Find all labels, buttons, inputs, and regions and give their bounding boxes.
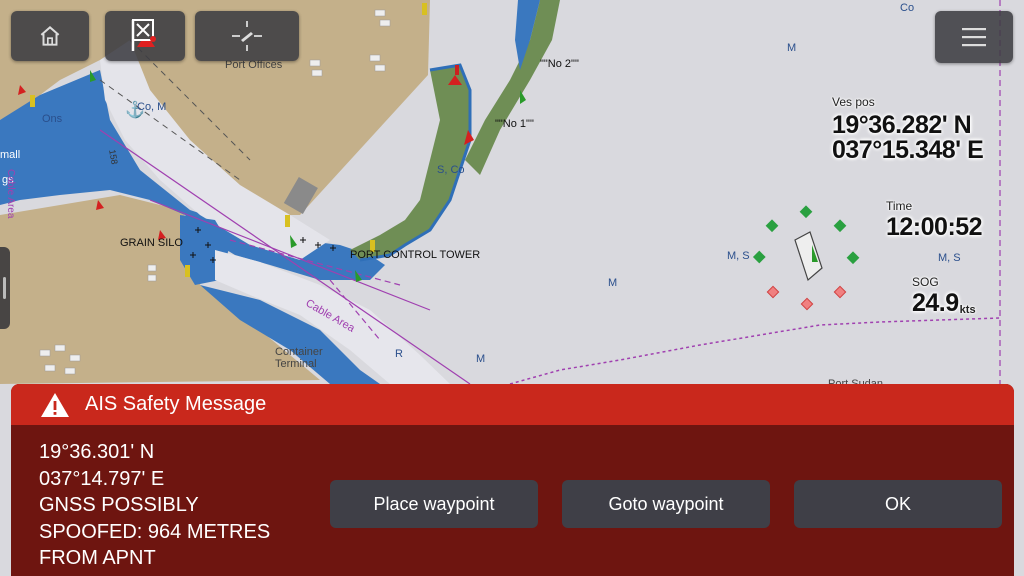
message-line: 19°36.301' N: [39, 441, 155, 463]
label-grain-silo: GRAIN SILO: [120, 237, 183, 249]
vessel-position-readout: Ves pos 19°36.282' N 037°15.348' E: [832, 95, 984, 164]
label-co-m: Co, M: [137, 101, 166, 113]
label-co-top: Co: [900, 2, 914, 14]
sog-label: SOG: [912, 275, 939, 289]
label-m-s-right: M, S: [938, 252, 961, 264]
dialog-header: AIS Safety Message: [11, 384, 1014, 425]
label-port-control-tower: PORT CONTROL TOWER: [350, 249, 480, 261]
label-m-top: M: [787, 42, 796, 54]
longitude-value: 037°15.348' E: [832, 136, 984, 164]
label-m-s-left: M, S: [727, 250, 750, 262]
ves-pos-label: Ves pos: [832, 95, 875, 109]
sog-readout: SOG 24.9 kts: [912, 275, 976, 316]
waypoint-crosshair-icon: [232, 21, 262, 51]
waypoint-button[interactable]: [195, 11, 299, 61]
warning-triangle-icon: [41, 392, 69, 417]
ok-button[interactable]: OK: [794, 480, 1002, 528]
home-icon: [40, 26, 60, 46]
sog-value: 24.9: [912, 289, 959, 317]
sog-unit: kts: [959, 304, 976, 316]
label-m-bottom: M: [476, 353, 485, 365]
dialog-message: 19°36.301' N 037°14.797' E GNSS POSSIBLY…: [39, 439, 270, 572]
label-container-1: Container: [275, 346, 323, 358]
label-container-2: Terminal: [275, 358, 317, 370]
label-no1: ""No 1"": [495, 118, 534, 130]
side-panel-handle[interactable]: [0, 247, 10, 329]
label-cable-area-left: Cable Area: [5, 169, 16, 219]
dialog-title: AIS Safety Message: [85, 393, 267, 415]
place-waypoint-button[interactable]: Place waypoint: [330, 480, 538, 528]
message-line: SPOOFED: 964 METRES: [39, 520, 271, 543]
hamburger-menu-icon: [962, 28, 986, 47]
latitude-value: 19°36.282' N: [832, 111, 972, 139]
goto-waypoint-button[interactable]: Goto waypoint: [562, 480, 770, 528]
label-r: R: [395, 348, 403, 360]
ais-safety-dialog: AIS Safety Message 19°36.301' N 037°14.7…: [11, 384, 1014, 576]
time-value: 12:00:52: [886, 213, 983, 241]
time-readout: Time 12:00:52: [886, 199, 983, 241]
label-mall: mall: [0, 149, 20, 161]
menu-button[interactable]: [935, 11, 1013, 63]
man-overboard-flag-icon: [131, 19, 156, 51]
label-no2: ""No 2"": [540, 58, 579, 70]
message-line: FROM APNT: [39, 547, 156, 569]
label-s-co: S, Co: [437, 164, 465, 176]
label-m-mid: M: [608, 277, 617, 289]
label-ons: Ons: [42, 113, 63, 125]
time-label: Time: [886, 199, 913, 213]
man-overboard-button[interactable]: [105, 11, 185, 61]
home-button[interactable]: [11, 11, 89, 61]
message-line: 037°14.797' E: [39, 467, 165, 490]
message-line: GNSS POSSIBLY: [39, 494, 199, 516]
